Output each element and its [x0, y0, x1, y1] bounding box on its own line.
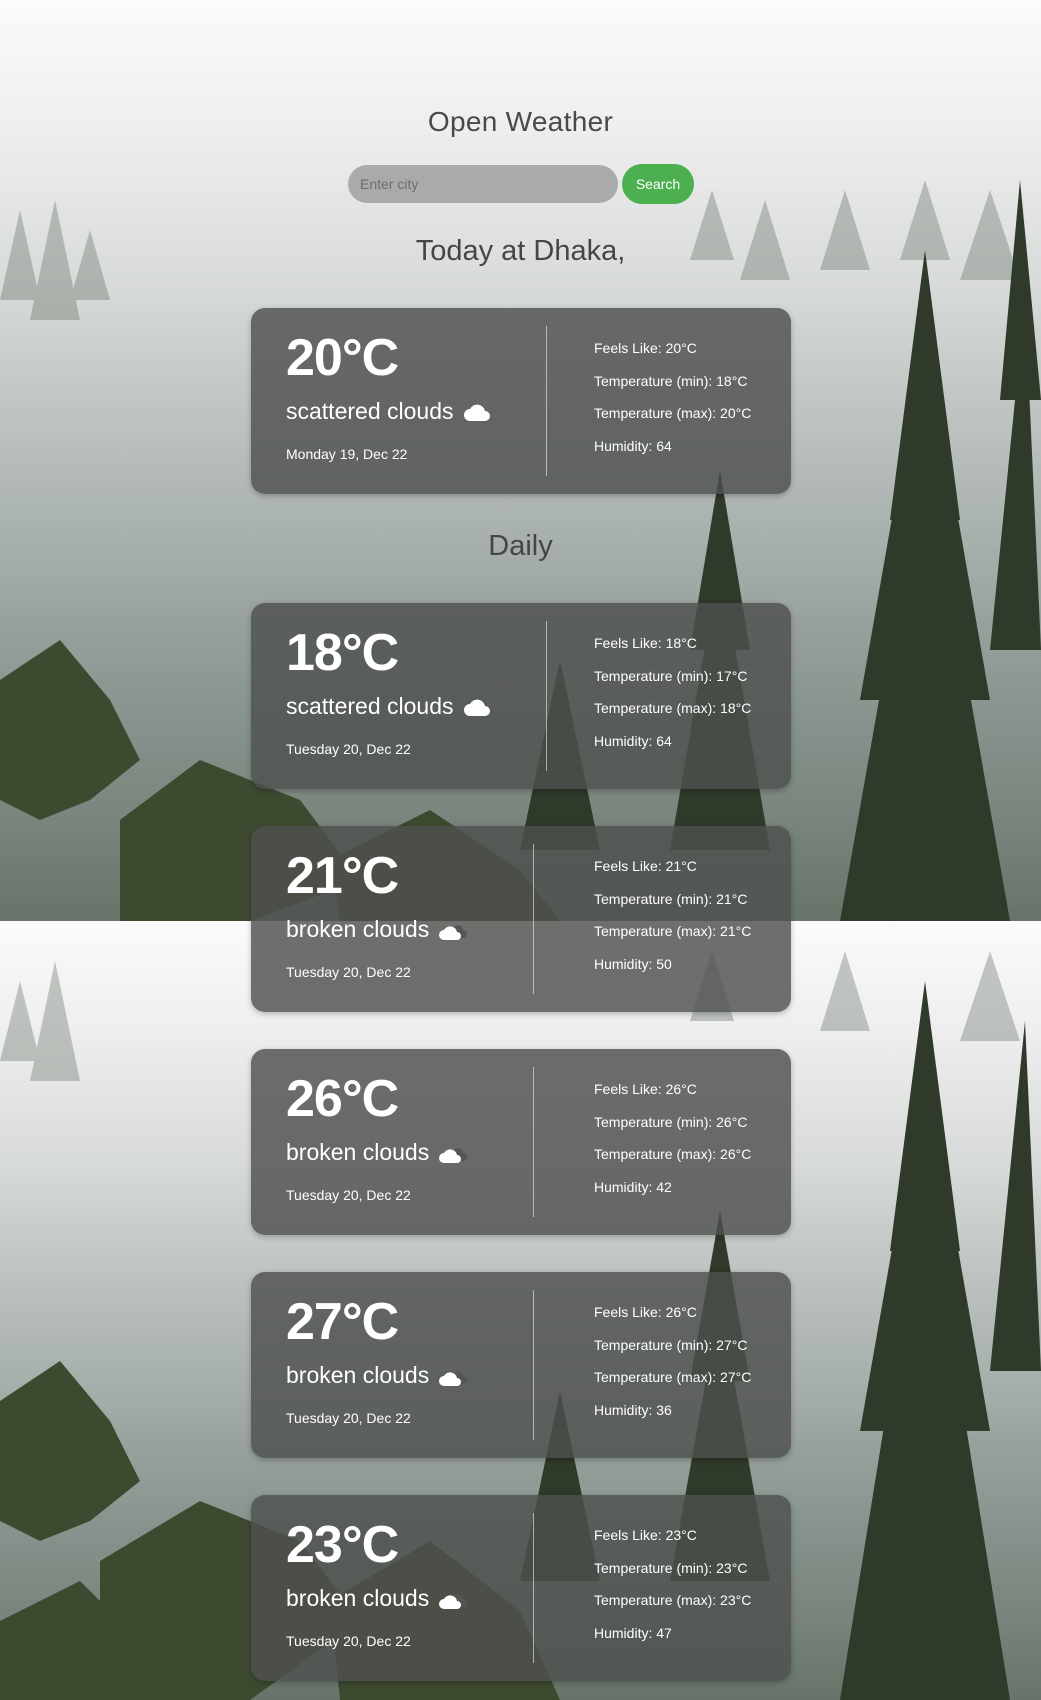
humidity: Humidity: 64 [594, 437, 672, 454]
daily-weather-card: 18°C scattered clouds Tuesday 20, Dec 22… [251, 603, 791, 789]
description-text: scattered clouds [286, 398, 454, 424]
main-content: Open Weather Search Today at Dhaka, 20°C… [0, 0, 1041, 1700]
temp-max: Temperature (max): 27°C [594, 1369, 752, 1385]
search-bar: Search [348, 164, 694, 204]
feels-like: Feels Like: 18°C [594, 635, 697, 651]
weather-date: Tuesday 20, Dec 22 [286, 1633, 411, 1649]
humidity: Humidity: 42 [594, 1178, 672, 1195]
temperature: 26°C [286, 1070, 399, 1128]
feels-like: Feels Like: 23°C [594, 1527, 697, 1543]
weather-details: Feels Like: 20°C Temperature (min): 18°C… [594, 340, 751, 470]
temp-min: Temperature (min): 18°C [594, 372, 748, 389]
search-button[interactable]: Search [622, 164, 694, 204]
weather-details: Feels Like: 21°C Temperature (min): 21°C… [594, 858, 751, 988]
temp-min: Temperature (min): 23°C [594, 1559, 748, 1576]
description-text: broken clouds [286, 916, 430, 942]
weather-description: broken clouds [286, 1362, 468, 1389]
city-search-input[interactable] [348, 165, 618, 203]
weather-date: Tuesday 20, Dec 22 [286, 1187, 411, 1203]
humidity: Humidity: 36 [594, 1401, 672, 1418]
weather-date: Monday 19, Dec 22 [286, 446, 408, 462]
daily-heading: Daily [488, 530, 553, 562]
weather-date: Tuesday 20, Dec 22 [286, 741, 411, 757]
card-divider [533, 1067, 534, 1217]
feels-like: Feels Like: 26°C [594, 1304, 697, 1320]
humidity: Humidity: 50 [594, 955, 672, 972]
temp-min: Temperature (min): 17°C [594, 667, 748, 684]
weather-description: scattered clouds [286, 398, 491, 425]
broken-clouds-icon [439, 1366, 468, 1386]
description-text: broken clouds [286, 1139, 430, 1165]
temperature: 27°C [286, 1293, 399, 1351]
feels-like: Feels Like: 21°C [594, 858, 697, 874]
card-divider [533, 1513, 534, 1663]
feels-like: Feels Like: 26°C [594, 1081, 697, 1097]
card-divider [546, 326, 547, 476]
temp-min: Temperature (min): 21°C [594, 890, 748, 907]
cloud-icon [463, 697, 491, 717]
daily-weather-card: 21°C broken clouds Tuesday 20, Dec 22 Fe… [251, 826, 791, 1012]
temp-min: Temperature (min): 27°C [594, 1336, 748, 1353]
daily-weather-card: 26°C broken clouds Tuesday 20, Dec 22 Fe… [251, 1049, 791, 1235]
weather-details: Feels Like: 26°C Temperature (min): 26°C… [594, 1081, 751, 1211]
temperature: 18°C [286, 624, 399, 682]
weather-description: broken clouds [286, 1139, 468, 1166]
weather-description: broken clouds [286, 1585, 468, 1612]
weather-description: broken clouds [286, 916, 468, 943]
temperature: 21°C [286, 847, 399, 905]
weather-date: Tuesday 20, Dec 22 [286, 1410, 411, 1426]
description-text: scattered clouds [286, 693, 454, 719]
temp-max: Temperature (max): 23°C [594, 1592, 752, 1608]
description-text: broken clouds [286, 1585, 430, 1611]
app-title: Open Weather [427, 106, 614, 137]
weather-details: Feels Like: 26°C Temperature (min): 27°C… [594, 1304, 751, 1434]
today-heading: Today at Dhaka, [415, 235, 626, 267]
temp-max: Temperature (max): 18°C [594, 700, 752, 716]
today-weather-card: 20°C scattered clouds Monday 19, Dec 22 … [251, 308, 791, 494]
broken-clouds-icon [439, 1589, 468, 1609]
weather-details: Feels Like: 23°C Temperature (min): 23°C… [594, 1527, 751, 1657]
daily-weather-card: 27°C broken clouds Tuesday 20, Dec 22 Fe… [251, 1272, 791, 1458]
broken-clouds-icon [439, 1143, 468, 1163]
card-divider [546, 621, 547, 771]
broken-clouds-icon [439, 920, 468, 940]
card-divider [533, 844, 534, 994]
weather-date: Tuesday 20, Dec 22 [286, 964, 411, 980]
weather-details: Feels Like: 18°C Temperature (min): 17°C… [594, 635, 751, 765]
feels-like: Feels Like: 20°C [594, 340, 697, 356]
daily-weather-card: 23°C broken clouds Tuesday 20, Dec 22 Fe… [251, 1495, 791, 1681]
temp-max: Temperature (max): 26°C [594, 1146, 752, 1162]
temp-min: Temperature (min): 26°C [594, 1113, 748, 1130]
weather-description: scattered clouds [286, 693, 491, 720]
humidity: Humidity: 47 [594, 1624, 672, 1641]
temperature: 23°C [286, 1516, 399, 1574]
temp-max: Temperature (max): 20°C [594, 405, 752, 421]
card-divider [533, 1290, 534, 1440]
cloud-icon [463, 402, 491, 422]
temperature: 20°C [286, 329, 399, 387]
humidity: Humidity: 64 [594, 732, 672, 749]
description-text: broken clouds [286, 1362, 430, 1388]
temp-max: Temperature (max): 21°C [594, 923, 752, 939]
